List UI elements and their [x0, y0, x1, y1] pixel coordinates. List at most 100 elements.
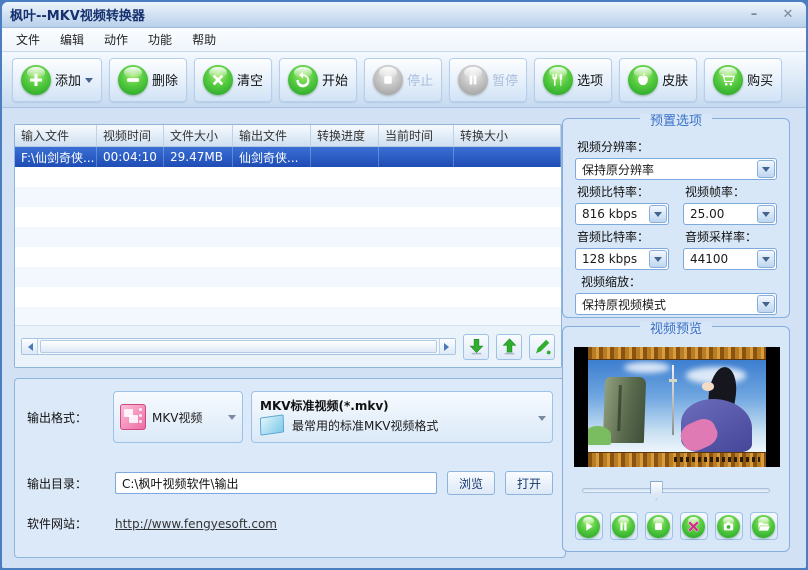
title-bar: 枫叶--MKV视频转换器 – ✕ [2, 2, 806, 28]
preview-title: 视频预览 [640, 322, 712, 337]
start-label: 开始 [322, 70, 348, 89]
dropdown-button[interactable] [757, 250, 775, 268]
audio-samplerate-value: 44100 [684, 252, 757, 266]
start-button[interactable]: 开始 [279, 58, 357, 102]
chevron-down-icon [762, 167, 770, 176]
open-button[interactable]: 打开 [505, 471, 553, 495]
pause-label: 暂停 [492, 70, 518, 89]
chevron-down-icon [762, 257, 770, 266]
format-profile-select[interactable]: MKV标准视频(*.mkv) 最常用的标准MKV视频格式 [251, 391, 553, 443]
video-framerate-select[interactable]: 25.00 [683, 203, 777, 225]
remove-task-icon [682, 515, 705, 538]
pause-button: 暂停 [449, 58, 527, 102]
ornate-border-top [588, 347, 766, 360]
open-folder-button[interactable] [750, 512, 778, 540]
preview-group: 视频预览 [562, 326, 790, 552]
dropdown-button[interactable] [649, 250, 667, 268]
toolbar: 添加 删除 清空 开始 停止 暂停 选项 皮肤 [2, 52, 806, 108]
column-file-size[interactable]: 文件大小 [164, 125, 233, 146]
snapshot-icon [717, 515, 740, 538]
add-button[interactable]: 添加 [12, 58, 102, 102]
table-row-selected[interactable]: F:\仙剑奇侠... 00:04:10 29.47MB 仙剑奇侠... [15, 147, 561, 167]
delete-button[interactable]: 删除 [109, 58, 187, 102]
close-button[interactable]: ✕ [778, 5, 798, 23]
buy-icon [713, 65, 743, 95]
move-up-button[interactable] [496, 334, 522, 360]
menu-function[interactable]: 功能 [138, 28, 182, 51]
dropdown-button[interactable] [757, 205, 775, 223]
stop-icon [373, 65, 403, 95]
output-dir-input[interactable] [115, 472, 437, 494]
menu-edit[interactable]: 编辑 [50, 28, 94, 51]
dropdown-button[interactable] [757, 295, 775, 313]
menu-help[interactable]: 帮助 [182, 28, 226, 51]
table-row [15, 187, 561, 207]
dropdown-button[interactable] [649, 205, 667, 223]
cell-file-size: 29.47MB [164, 147, 233, 167]
video-resolution-select[interactable]: 保持原分辨率 [575, 158, 777, 180]
presets-title: 预置选项 [640, 114, 712, 129]
snapshot-button[interactable] [715, 512, 743, 540]
browse-button[interactable]: 浏览 [447, 471, 495, 495]
triangle-right-icon [444, 343, 453, 351]
file-list-panel: 输入文件 视频时间 文件大小 输出文件 转换进度 当前时间 转换大小 F:\仙剑… [14, 124, 562, 368]
scroll-right-button[interactable] [439, 339, 455, 354]
triangle-left-icon [24, 343, 33, 351]
audio-bitrate-select[interactable]: 128 kbps [575, 248, 669, 270]
menu-file[interactable]: 文件 [6, 28, 50, 51]
profile-description: 最常用的标准MKV视频格式 [292, 417, 438, 434]
seek-bar[interactable] [582, 481, 770, 500]
skin-button[interactable]: 皮肤 [619, 58, 697, 102]
clear-icon [203, 65, 233, 95]
column-progress[interactable]: 转换进度 [311, 125, 379, 146]
video-bitrate-value: 816 kbps [576, 207, 649, 221]
column-output-file[interactable]: 输出文件 [233, 125, 311, 146]
presets-group: 预置选项 视频分辨率： 保持原分辨率 视频比特率： 816 kbps 视频帧率： [562, 118, 790, 318]
edit-button[interactable] [529, 334, 555, 360]
column-converted-size[interactable]: 转换大小 [454, 125, 561, 146]
clear-button[interactable]: 清空 [194, 58, 272, 102]
preview-pause-button[interactable] [610, 512, 638, 540]
video-bitrate-select[interactable]: 816 kbps [575, 203, 669, 225]
table-row [15, 247, 561, 267]
scroll-left-button[interactable] [22, 339, 38, 354]
column-input-file[interactable]: 输入文件 [15, 125, 97, 146]
horizontal-scrollbar[interactable] [21, 338, 456, 355]
seek-track[interactable] [582, 488, 770, 493]
chevron-down-icon [654, 212, 662, 221]
table-row [15, 307, 561, 327]
column-current-time[interactable]: 当前时间 [379, 125, 454, 146]
stop-label: 停止 [407, 70, 433, 89]
output-panel: 输出格式： MKV视频 MKV标准视频(*.mkv) 最常用的标准MKV视频格式 [14, 378, 566, 558]
cell-converted-size [454, 147, 561, 167]
dropdown-button[interactable] [757, 160, 775, 178]
preview-stop-button[interactable] [645, 512, 673, 540]
scrollbar-thumb[interactable] [40, 340, 437, 353]
website-link[interactable]: http://www.fengyesoft.com [115, 517, 277, 531]
play-button[interactable] [575, 512, 603, 540]
video-scale-select[interactable]: 保持原视频模式 [575, 293, 777, 315]
remove-icon [118, 65, 148, 95]
remove-task-button[interactable] [680, 512, 708, 540]
skin-label: 皮肤 [662, 70, 688, 89]
menu-action[interactable]: 动作 [94, 28, 138, 51]
video-scale-label: 视频缩放： [581, 273, 777, 290]
move-down-button[interactable] [463, 334, 489, 360]
column-video-time[interactable]: 视频时间 [97, 125, 164, 146]
audio-bitrate-value: 128 kbps [576, 252, 649, 266]
video-preview-screen [574, 347, 780, 467]
options-button[interactable]: 选项 [534, 58, 612, 102]
video-resolution-label: 视频分辨率： [577, 138, 777, 155]
format-category-select[interactable]: MKV视频 [113, 391, 243, 443]
profile-title: MKV标准视频(*.mkv) [260, 397, 536, 414]
chevron-down-icon [762, 302, 770, 311]
buy-button[interactable]: 购买 [704, 58, 782, 102]
audio-samplerate-select[interactable]: 44100 [683, 248, 777, 270]
video-document-icon [260, 414, 284, 435]
video-bitrate-label: 视频比特率： [577, 183, 669, 200]
seek-thumb[interactable] [650, 481, 663, 500]
table-row [15, 207, 561, 227]
start-icon [288, 65, 318, 95]
minimize-button[interactable]: – [744, 5, 764, 23]
app-window: 枫叶--MKV视频转换器 – ✕ 文件 编辑 动作 功能 帮助 添加 删除 清空… [0, 0, 808, 570]
